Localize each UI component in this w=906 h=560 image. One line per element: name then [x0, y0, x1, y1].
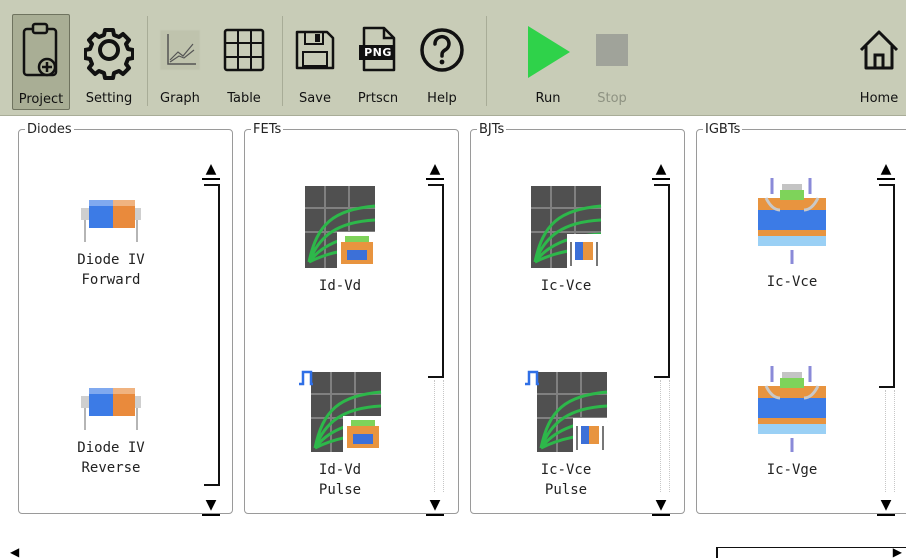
- item-caption: Ic-Vce: [540, 278, 592, 294]
- home-label: Home: [859, 91, 899, 106]
- igbt-structure-icon: [758, 178, 826, 264]
- igbt-structure-icon: [758, 366, 826, 452]
- item-caption: Id-Vd Pulse: [318, 462, 362, 498]
- scroll-thumb[interactable]: [716, 547, 906, 558]
- scroll-up-arrow[interactable]: ▲: [202, 162, 220, 180]
- scroll-track[interactable]: [660, 380, 670, 492]
- scroll-thumb[interactable]: [879, 184, 895, 388]
- stop-icon: [596, 34, 628, 66]
- scroll-track[interactable]: [885, 390, 895, 492]
- toolbar-separator: [147, 16, 148, 106]
- item-caption: Ic-Vge: [766, 462, 818, 478]
- bjts-vertical-scrollbar[interactable]: ▲ ▼: [652, 162, 672, 516]
- toolbar-separator: [486, 16, 487, 106]
- fets-vertical-scrollbar[interactable]: ▲ ▼: [426, 162, 446, 516]
- item-caption: Ic-Vce Pulse: [540, 462, 592, 498]
- fet-curve-icon: [305, 186, 377, 268]
- group-title: Diodes: [27, 122, 72, 137]
- scroll-track[interactable]: [434, 380, 444, 492]
- prtscn-button[interactable]: PNG Prtscn: [350, 14, 406, 110]
- group-title: FETs: [253, 122, 282, 137]
- stop-button[interactable]: Stop: [584, 14, 640, 110]
- home-button[interactable]: Home: [852, 14, 906, 110]
- item-caption: Ic-Vce: [766, 274, 818, 290]
- home-icon: [859, 30, 899, 70]
- scroll-down-arrow[interactable]: ▼: [426, 498, 444, 516]
- scroll-up-arrow[interactable]: ▲: [652, 162, 670, 180]
- id-vd-item[interactable]: Id-Vd: [260, 184, 420, 296]
- clipboard-add-icon: [22, 22, 58, 77]
- graph-label: Graph: [160, 91, 200, 106]
- table-icon: [223, 28, 265, 72]
- fet-pulse-curve-icon: [299, 370, 383, 452]
- toolbar: Project Setting Graph Table Save PNG Prt…: [0, 0, 906, 116]
- graph-button[interactable]: Graph: [152, 14, 208, 110]
- id-vd-pulse-item[interactable]: Id-Vd Pulse: [260, 368, 420, 500]
- graph-icon: [159, 29, 201, 71]
- scroll-thumb[interactable]: [428, 184, 444, 378]
- group-title: BJTs: [479, 122, 505, 137]
- diode-component-icon: [81, 200, 141, 242]
- project-label: Project: [18, 92, 64, 107]
- help-button[interactable]: Help: [414, 14, 470, 110]
- play-icon: [528, 26, 570, 78]
- scroll-left-arrow[interactable]: ◀: [10, 545, 19, 559]
- scroll-down-arrow[interactable]: ▼: [652, 498, 670, 516]
- scroll-right-arrow[interactable]: ▶: [893, 545, 902, 559]
- setting-label: Setting: [85, 91, 133, 106]
- help-label: Help: [427, 91, 457, 106]
- diode-iv-forward-item[interactable]: Diode IV Forward: [30, 184, 192, 290]
- bjt-pulse-curve-icon: [525, 370, 608, 452]
- item-caption: Id-Vd: [318, 278, 362, 294]
- scroll-thumb[interactable]: [654, 184, 670, 378]
- scroll-up-arrow[interactable]: ▲: [877, 162, 895, 180]
- diodes-vertical-scrollbar[interactable]: ▲ ▼: [202, 162, 222, 516]
- toolbar-separator: [282, 16, 283, 106]
- project-button[interactable]: Project: [12, 14, 70, 110]
- png-badge: PNG: [364, 46, 392, 59]
- question-circle-icon: [420, 28, 464, 72]
- horizontal-scrollbar[interactable]: ◀ ▶: [0, 545, 906, 560]
- diode-component-icon: [81, 388, 141, 430]
- bjt-ic-vce-item[interactable]: Ic-Vce: [486, 184, 646, 296]
- scroll-up-arrow[interactable]: ▲: [426, 162, 444, 180]
- table-button[interactable]: Table: [216, 14, 272, 110]
- scroll-down-arrow[interactable]: ▼: [877, 498, 895, 516]
- scroll-thumb[interactable]: [204, 184, 220, 486]
- group-title: IGBTs: [705, 122, 741, 137]
- save-label: Save: [299, 91, 331, 106]
- stop-label: Stop: [597, 91, 627, 106]
- run-button[interactable]: Run: [518, 14, 578, 110]
- floppy-disk-icon: [295, 30, 335, 70]
- igbts-vertical-scrollbar[interactable]: ▲ ▼: [877, 162, 897, 516]
- setting-button[interactable]: Setting: [80, 14, 138, 110]
- prtscn-label: Prtscn: [357, 91, 399, 106]
- item-caption: Diode IV Reverse: [77, 440, 145, 476]
- scroll-down-arrow[interactable]: ▼: [202, 498, 220, 516]
- table-label: Table: [227, 91, 261, 106]
- bjt-curve-icon: [531, 186, 602, 268]
- run-label: Run: [535, 91, 561, 106]
- igbt-ic-vce-item[interactable]: Ic-Vce: [712, 176, 872, 292]
- igbt-ic-vge-item[interactable]: Ic-Vge: [712, 364, 872, 480]
- diode-iv-reverse-item[interactable]: Diode IV Reverse: [30, 372, 192, 478]
- gear-icon: [84, 28, 134, 80]
- save-button[interactable]: Save: [288, 14, 342, 110]
- item-caption: Diode IV Forward: [77, 252, 145, 288]
- measurement-panel: Diodes Diode IV Forward Diode IV Reverse…: [0, 116, 906, 546]
- bjt-ic-vce-pulse-item[interactable]: Ic-Vce Pulse: [486, 368, 646, 500]
